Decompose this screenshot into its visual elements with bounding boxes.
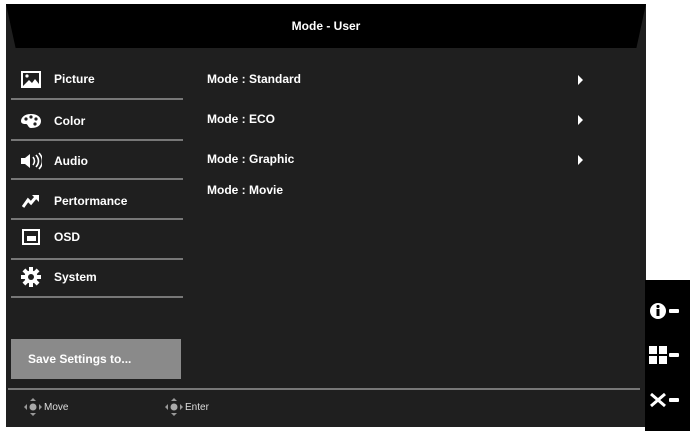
footer-move: Move: [24, 398, 68, 416]
divider: [8, 388, 640, 390]
divider: [11, 98, 183, 100]
menu-grid-icon: [649, 346, 667, 364]
info-key[interactable]: [649, 302, 679, 320]
divider: [11, 139, 183, 141]
osd-icon: [20, 228, 42, 246]
sidebar-item-label: Color: [54, 114, 86, 128]
info-icon: [650, 303, 666, 319]
hotkey-panel: [645, 280, 690, 431]
gear-icon: [20, 267, 42, 287]
sidebar-item-color[interactable]: Color: [20, 111, 85, 131]
chevron-right-icon: [578, 75, 583, 85]
sidebar-item-label: Audio: [54, 154, 88, 168]
close-icon: [650, 392, 666, 408]
divider: [11, 258, 183, 260]
performance-icon: [20, 192, 42, 210]
close-key[interactable]: [649, 392, 679, 408]
chevron-right-icon: [578, 155, 583, 165]
sidebar-item-label: System: [54, 270, 97, 284]
divider: [11, 218, 183, 220]
save-settings-button[interactable]: Save Settings to...: [11, 339, 181, 379]
mode-movie[interactable]: Mode : Movie: [207, 183, 283, 197]
mode-eco[interactable]: Mode : ECO: [207, 112, 275, 126]
divider: [11, 296, 183, 298]
sidebar-item-performance[interactable]: Pertormance: [20, 191, 127, 211]
picture-icon: [20, 70, 42, 88]
menu-key[interactable]: [649, 346, 679, 364]
joystick-icon: [165, 398, 183, 416]
sidebar-item-audio[interactable]: Audio: [20, 151, 88, 171]
palette-icon: [20, 112, 42, 130]
sidebar-item-picture[interactable]: Picture: [20, 69, 95, 89]
page-title: Mode - User: [291, 19, 361, 33]
sidebar-item-label: Pertormance: [54, 194, 128, 208]
joystick-icon: [24, 398, 42, 416]
mode-standard[interactable]: Mode : Standard: [207, 72, 301, 86]
divider: [11, 178, 183, 180]
speaker-icon: [20, 152, 42, 170]
chevron-right-icon: [578, 115, 583, 125]
sidebar-item-label: Picture: [54, 72, 95, 86]
footer-enter: Enter: [165, 398, 209, 416]
header: Mode - User: [6, 4, 646, 48]
sidebar-item-system[interactable]: System: [20, 267, 97, 287]
footer-enter-label: Enter: [185, 401, 209, 413]
sidebar-item-osd[interactable]: OSD: [20, 227, 80, 247]
footer-move-label: Move: [44, 401, 69, 413]
sidebar-item-label: OSD: [54, 230, 81, 244]
mode-graphic[interactable]: Mode : Graphic: [207, 152, 294, 166]
